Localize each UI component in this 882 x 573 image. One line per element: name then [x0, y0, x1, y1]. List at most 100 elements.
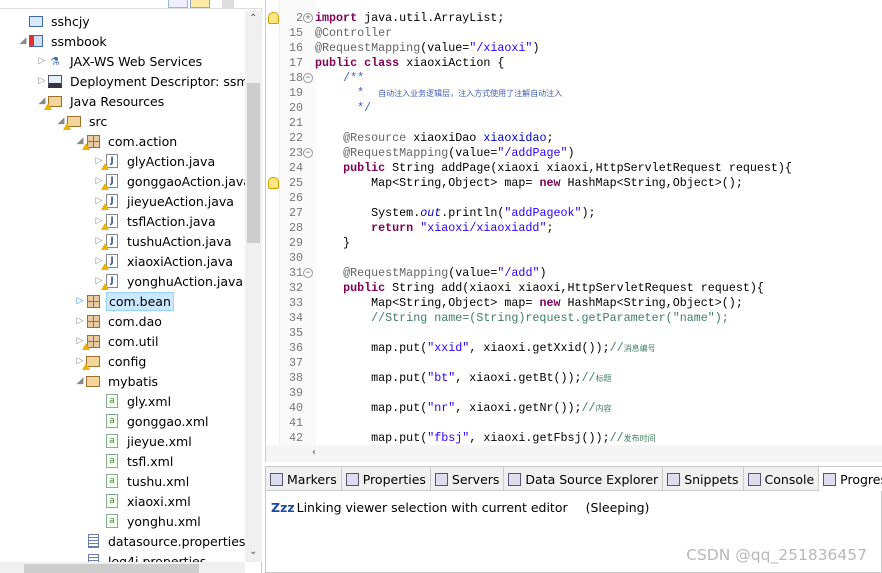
tree-item[interactable]: ▷ JgonggaoAction.java — [94, 171, 245, 191]
tree-item-label: tushu.xml — [127, 473, 190, 489]
tree-item[interactable]: ▷ com.util — [75, 331, 160, 351]
link-with-editor-button[interactable] — [190, 0, 210, 8]
code-text: @RequestMapping(value="/addPage") — [315, 146, 574, 161]
tab-console[interactable]: Console — [744, 467, 820, 491]
collapsed-arrow-icon[interactable]: ▷ — [37, 76, 47, 86]
collapsed-arrow-icon[interactable]: ▷ — [75, 296, 85, 306]
tree-item[interactable]: ◢ src — [56, 111, 109, 131]
code-line[interactable]: 21 — [266, 116, 882, 131]
code-line[interactable]: 28 return "xiaoxi/xiaoxiadd"; — [266, 221, 882, 236]
code-line[interactable]: 30 — [266, 251, 882, 266]
code-line[interactable]: 18− /** — [266, 71, 882, 86]
tree-item[interactable]: ▷ com.dao — [75, 311, 164, 331]
tab-properties[interactable]: Properties — [342, 467, 431, 491]
scroll-down-icon[interactable]: ⌄ — [249, 546, 257, 557]
tree-item[interactable]: a jieyue.xml — [94, 431, 194, 451]
tree-item[interactable]: ▷ JglyAction.java — [94, 151, 217, 171]
tree-item[interactable]: a tushu.xml — [94, 471, 191, 491]
code-line[interactable]: 42 map.put("fbsj", xiaoxi.getFbsj());//发… — [266, 431, 882, 445]
tree-item[interactable]: log4j.properties — [75, 551, 208, 562]
tree-item-label: gonggao.xml — [127, 413, 209, 429]
code-line[interactable]: 32 public String add(xiaoxi xiaoxi,HttpS… — [266, 281, 882, 296]
code-line[interactable]: 36 map.put("xxid", xiaoxi.getXxid());//消… — [266, 341, 882, 356]
code-text: //String name=(String)request.getParamet… — [315, 311, 729, 326]
tree-item[interactable]: a tsfl.xml — [94, 451, 175, 471]
expanded-arrow-icon[interactable]: ◢ — [75, 376, 85, 386]
scroll-left-icon[interactable]: ‹ — [312, 447, 316, 458]
tree-item[interactable]: ▷ JjieyueAction.java — [94, 191, 236, 211]
tree-item[interactable]: ▷ JtsflAction.java — [94, 211, 218, 231]
code-token: new — [539, 296, 561, 310]
tree-item[interactable]: ▷ Deployment Descriptor: ssmb — [37, 71, 245, 91]
tree-item[interactable]: a gly.xml — [94, 391, 173, 411]
tree-item[interactable]: sshcjy — [18, 11, 92, 31]
editor-horizontal-scrollbar[interactable]: ‹ — [266, 445, 882, 462]
collapsed-arrow-icon[interactable]: ▷ — [75, 316, 85, 326]
code-token: java.util.ArrayList; — [357, 11, 505, 25]
collapse-fold-icon[interactable]: − — [303, 268, 313, 278]
tree-item[interactable]: ▷ ⚗ JAX-WS Web Services — [37, 51, 204, 71]
code-line[interactable]: 23− @RequestMapping(value="/addPage") — [266, 146, 882, 161]
code-line[interactable]: 31− @RequestMapping(value="/add") — [266, 266, 882, 281]
code-line[interactable]: 27 System.out.println("addPageok"); — [266, 206, 882, 221]
tree-item[interactable]: a gonggao.xml — [94, 411, 210, 431]
tree-item[interactable]: ◢ Java Resources — [37, 91, 166, 111]
code-text: map.put("xxid", xiaoxi.getXxid());//消息编号 — [315, 341, 656, 356]
tree-item[interactable]: ◢ com.action — [75, 131, 179, 151]
tab-markers[interactable]: Markers — [266, 467, 342, 491]
code-line[interactable]: 29 } — [266, 236, 882, 251]
code-line[interactable]: 39 — [266, 386, 882, 401]
tree-item[interactable]: ▷ JyonghuAction.java — [94, 271, 245, 291]
code-line[interactable]: 19 * 自动注入业务逻辑层，注入方式使用了注解自动注入 — [266, 86, 882, 101]
tab-snippets[interactable]: Snippets — [663, 467, 744, 491]
tree-horizontal-scrollbar[interactable] — [0, 562, 245, 573]
code-line[interactable]: 33 Map<String,Object> map= new HashMap<S… — [266, 296, 882, 311]
code-token: public — [343, 161, 386, 175]
java-editor[interactable]: 2 + import java.util.ArrayList; 15 @Controll… — [265, 0, 882, 462]
tree-vertical-scrollbar[interactable]: ⌃ ⌄ — [245, 11, 262, 562]
tree-item[interactable]: a yonghu.xml — [94, 511, 203, 531]
scrollbar-thumb[interactable] — [24, 564, 199, 573]
collapsed-arrow-icon[interactable]: ▷ — [37, 56, 47, 66]
quick-fix-warning-icon[interactable] — [268, 177, 279, 189]
scrollbar-thumb[interactable] — [247, 83, 260, 243]
tree-item[interactable]: a xiaoxi.xml — [94, 491, 193, 511]
quick-fix-warning-icon[interactable] — [268, 12, 279, 24]
collapse-all-button[interactable] — [168, 0, 188, 8]
tree-item[interactable]: ▷ config — [75, 351, 148, 371]
tab-progress[interactable]: Progress — [819, 467, 882, 491]
code-line[interactable]: 41 — [266, 416, 882, 431]
tree-item[interactable]: ▷ JxiaoxiAction.java — [94, 251, 235, 271]
code-line[interactable]: 38 map.put("bt", xiaoxi.getBt());//标题 — [266, 371, 882, 386]
code-line[interactable]: 17 public class xiaoxiAction { — [266, 56, 882, 71]
expanded-arrow-icon[interactable]: ◢ — [18, 36, 28, 46]
collapse-fold-icon[interactable]: − — [303, 148, 313, 158]
collapse-fold-icon[interactable]: − — [303, 73, 313, 83]
scroll-up-icon[interactable]: ⌃ — [249, 13, 257, 24]
code-line[interactable]: 34 //String name=(String)request.getPara… — [266, 311, 882, 326]
tree-item[interactable]: ▷ com.bean — [75, 291, 174, 311]
tree-item[interactable]: ▷ JtushuAction.java — [94, 231, 234, 251]
code-line[interactable]: 15 @Controller — [266, 26, 882, 41]
tab-data-source-explorer[interactable]: Data Source Explorer — [504, 467, 664, 491]
tree-item[interactable]: ◢ ssmbook — [18, 31, 109, 51]
code-line[interactable]: 20 */ — [266, 101, 882, 116]
code-text: import java.util.ArrayList; — [315, 11, 504, 26]
view-menu-button[interactable] — [222, 0, 234, 8]
code-line[interactable]: 16 @RequestMapping(value="/xiaoxi") — [266, 41, 882, 56]
code-line[interactable]: 22 @Resource xiaoxiDao xiaoxidao; — [266, 131, 882, 146]
tab-label: Snippets — [684, 471, 739, 487]
tab-servers[interactable]: Servers — [431, 467, 505, 491]
expand-fold-icon[interactable]: + — [303, 13, 313, 23]
code-line[interactable]: 37 — [266, 356, 882, 371]
code-line[interactable]: 24 public String addPage(xiaoxi xiaoxi,H… — [266, 161, 882, 176]
tree-item[interactable]: ◢ mybatis — [75, 371, 160, 391]
tree-item[interactable]: datasource.properties — [75, 531, 245, 551]
code-line[interactable]: 40 map.put("nr", xiaoxi.getNr());//内容 — [266, 401, 882, 416]
code-line[interactable]: 25 Map<String,Object> map= new HashMap<S… — [266, 176, 882, 191]
code-area[interactable]: 2 + import java.util.ArrayList; 15 @Controll… — [266, 0, 882, 445]
code-line[interactable]: 35 — [266, 326, 882, 341]
code-line[interactable]: 2 + import java.util.ArrayList; — [266, 11, 882, 26]
code-line[interactable]: 26 — [266, 191, 882, 206]
